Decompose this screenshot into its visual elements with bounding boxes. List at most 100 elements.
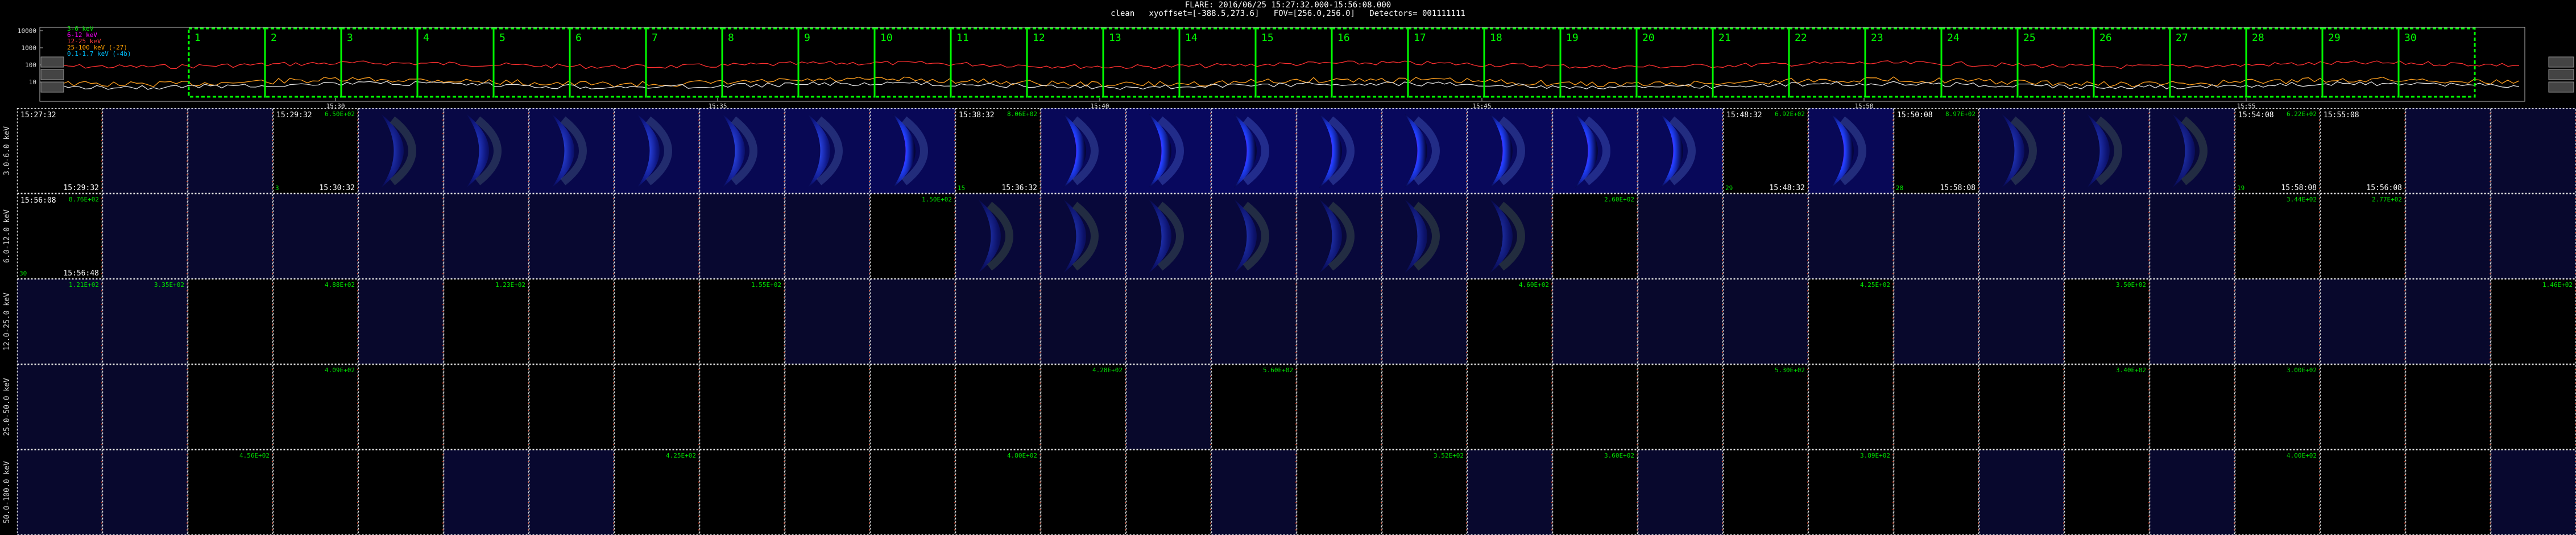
image-cell[interactable] — [614, 108, 700, 194]
image-cell[interactable] — [784, 278, 871, 365]
image-cell[interactable] — [102, 193, 188, 279]
image-cell[interactable]: 3.60E+02 — [1552, 449, 1638, 535]
image-cell[interactable] — [1893, 278, 1979, 365]
image-cell[interactable]: 3.35E+02 — [102, 278, 188, 365]
image-cell[interactable] — [1296, 364, 1382, 450]
image-cell[interactable] — [1808, 108, 1894, 194]
image-cell[interactable] — [272, 193, 359, 279]
image-cell[interactable]: 3.44E+02 — [2234, 193, 2321, 279]
image-cell[interactable] — [869, 278, 956, 365]
image-cell[interactable] — [1211, 449, 1297, 535]
image-cell[interactable] — [358, 449, 444, 535]
image-cell[interactable] — [528, 364, 615, 450]
image-cell[interactable] — [1125, 449, 1212, 535]
image-cell[interactable]: 15:56:08 15:56:48 8.76E+02 30 — [16, 193, 103, 279]
image-cell[interactable]: 3.50E+02 — [2064, 278, 2150, 365]
image-cell[interactable] — [2490, 364, 2576, 450]
image-cell[interactable] — [272, 449, 359, 535]
image-cell[interactable] — [443, 449, 529, 535]
image-cell[interactable] — [1808, 364, 1894, 450]
image-cell[interactable] — [1637, 278, 1724, 365]
image-cell[interactable] — [2149, 364, 2235, 450]
image-cell[interactable] — [1125, 278, 1212, 365]
image-cell[interactable] — [1381, 193, 1468, 279]
image-cell[interactable]: 2.60E+02 — [1552, 193, 1638, 279]
image-cell[interactable]: 1.23E+02 — [443, 278, 529, 365]
image-cell[interactable] — [2320, 449, 2406, 535]
image-cell[interactable]: 4.56E+02 — [187, 449, 274, 535]
image-cell[interactable]: 15:27:32 15:29:32 — [16, 108, 103, 194]
image-cell[interactable] — [1808, 193, 1894, 279]
image-cell[interactable] — [699, 193, 785, 279]
image-cell[interactable] — [1211, 108, 1297, 194]
image-cell[interactable] — [2064, 108, 2150, 194]
image-cell[interactable] — [614, 278, 700, 365]
image-cell[interactable] — [2490, 193, 2576, 279]
image-cell[interactable] — [443, 108, 529, 194]
image-cell[interactable] — [614, 193, 700, 279]
image-cell[interactable] — [1722, 278, 1809, 365]
image-cell[interactable] — [528, 108, 615, 194]
image-cell[interactable]: 3.89E+02 — [1808, 449, 1894, 535]
image-cell[interactable] — [784, 364, 871, 450]
image-cell[interactable] — [1296, 193, 1382, 279]
image-cell[interactable] — [1978, 449, 2065, 535]
image-cell[interactable] — [16, 449, 103, 535]
image-cell[interactable]: 4.88E+02 — [272, 278, 359, 365]
image-cell[interactable] — [187, 278, 274, 365]
image-cell[interactable] — [955, 278, 1041, 365]
image-cell[interactable] — [869, 108, 956, 194]
image-cell[interactable] — [1381, 364, 1468, 450]
image-cell[interactable] — [2490, 108, 2576, 194]
image-cell[interactable]: 3.00E+02 — [2234, 364, 2321, 450]
image-cell[interactable] — [1040, 449, 1127, 535]
image-cell[interactable] — [1552, 108, 1638, 194]
image-cell[interactable] — [1637, 108, 1724, 194]
image-cell[interactable] — [1296, 108, 1382, 194]
image-cell[interactable] — [528, 449, 615, 535]
image-cell[interactable] — [2320, 364, 2406, 450]
image-cell[interactable]: 5.30E+02 — [1722, 364, 1809, 450]
image-cell[interactable] — [16, 364, 103, 450]
image-cell[interactable] — [2405, 449, 2491, 535]
image-cell[interactable] — [1893, 449, 1979, 535]
image-cell[interactable] — [2149, 108, 2235, 194]
image-cell[interactable] — [2320, 278, 2406, 365]
image-cell[interactable] — [1722, 193, 1809, 279]
image-cell[interactable] — [2405, 193, 2491, 279]
image-cell[interactable] — [699, 449, 785, 535]
image-cell[interactable] — [1381, 108, 1468, 194]
image-cell[interactable] — [1467, 193, 1553, 279]
image-cell[interactable]: 15:38:32 15:36:32 8.06E+02 15 — [955, 108, 1041, 194]
image-cell[interactable] — [784, 108, 871, 194]
image-cell[interactable] — [528, 278, 615, 365]
image-cell[interactable] — [1040, 193, 1127, 279]
image-cell[interactable]: 4.80E+02 — [955, 449, 1041, 535]
image-cell[interactable] — [528, 193, 615, 279]
image-cell[interactable] — [1040, 108, 1127, 194]
image-cell[interactable] — [2234, 278, 2321, 365]
image-cell[interactable] — [358, 364, 444, 450]
image-cell[interactable]: 4.60E+02 — [1467, 278, 1553, 365]
image-cell[interactable]: 1.46E+02 — [2490, 278, 2576, 365]
image-cell[interactable] — [699, 364, 785, 450]
image-cell[interactable] — [869, 449, 956, 535]
image-cell[interactable]: 15:48:32 15:48:32 6.92E+02 29 — [1722, 108, 1809, 194]
image-cell[interactable] — [1637, 449, 1724, 535]
image-cell[interactable]: 4.25E+02 — [1808, 278, 1894, 365]
image-cell[interactable] — [443, 193, 529, 279]
image-cell[interactable]: 15:29:32 15:30:32 6.50E+02 3 — [272, 108, 359, 194]
image-cell[interactable] — [784, 449, 871, 535]
image-cell[interactable] — [358, 108, 444, 194]
image-cell[interactable] — [955, 193, 1041, 279]
image-cell[interactable]: 4.25E+02 — [614, 449, 700, 535]
image-cell[interactable] — [1125, 108, 1212, 194]
image-cell[interactable]: 1.50E+02 — [869, 193, 956, 279]
image-cell[interactable] — [2405, 364, 2491, 450]
image-cell[interactable] — [358, 193, 444, 279]
image-cell[interactable] — [1978, 108, 2065, 194]
image-cell[interactable] — [2064, 193, 2150, 279]
image-cell[interactable] — [102, 108, 188, 194]
image-cell[interactable] — [187, 108, 274, 194]
image-cell[interactable] — [1722, 449, 1809, 535]
